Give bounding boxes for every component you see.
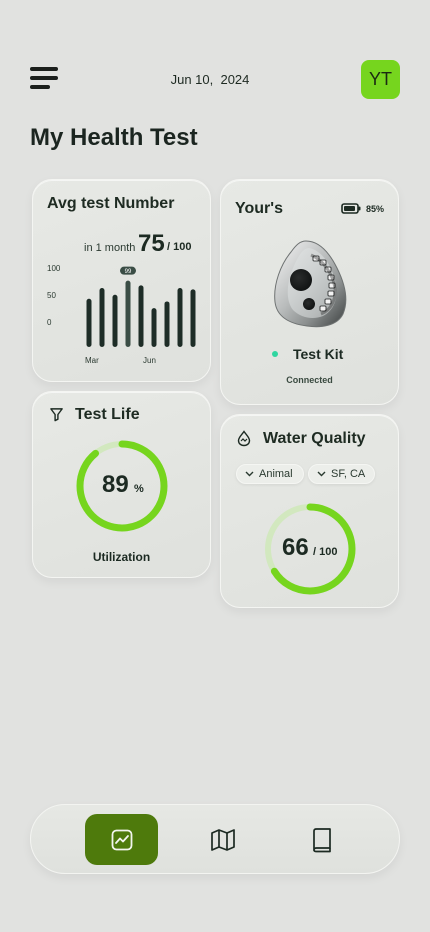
- bar-value-label: 99: [125, 269, 132, 275]
- chart-bar[interactable]: [138, 285, 144, 347]
- filter-animal-label: Animal: [259, 468, 293, 480]
- book-icon: [313, 827, 331, 852]
- filter-location-dropdown[interactable]: SF, CA: [308, 464, 375, 484]
- filter-animal-dropdown[interactable]: Animal: [236, 464, 304, 484]
- nav-book-button[interactable]: [297, 814, 347, 865]
- chart-bar[interactable]: [99, 288, 105, 347]
- chart-bar[interactable]: [112, 294, 118, 347]
- battery-percent: 85%: [366, 204, 385, 214]
- avg-bar-chart: 100 50 0 99 Mar Jun: [47, 264, 196, 365]
- avatar[interactable]: YT: [361, 60, 400, 99]
- status-dot: [272, 351, 278, 357]
- device-name: Test Kit: [293, 346, 344, 362]
- y-tick-label: 0: [47, 318, 52, 327]
- water-drop-icon: [237, 430, 251, 447]
- test-life-card[interactable]: Test Life 89 % Utilization: [32, 391, 211, 578]
- chart-bar[interactable]: [190, 289, 196, 347]
- chevron-down-icon: [317, 471, 326, 477]
- y-tick-label: 100: [47, 264, 61, 273]
- page-title: My Health Test: [30, 124, 198, 151]
- life-unit: %: [134, 483, 144, 495]
- device-status: Connected: [286, 375, 333, 385]
- avg-card-title: Avg test Number: [47, 195, 175, 212]
- life-card-title: Test Life: [75, 406, 140, 423]
- y-tick-label: 50: [47, 291, 56, 300]
- chart-bar[interactable]: [177, 288, 183, 347]
- nav-chart-button[interactable]: [85, 814, 158, 865]
- life-value: 89: [102, 471, 129, 498]
- test-kit-device-image: [274, 240, 347, 328]
- header-date: Jun 10, 2024: [170, 72, 250, 87]
- x-tick-label: Mar: [85, 356, 99, 365]
- chart-bar[interactable]: [86, 298, 92, 347]
- avg-period: in 1 month: [84, 242, 136, 254]
- avg-test-card[interactable]: Avg test Number in 1 month 75 / 100 100 5…: [32, 179, 211, 382]
- chevron-down-icon: [245, 471, 254, 477]
- chart-bar[interactable]: [151, 308, 157, 347]
- avg-value-suffix: / 100: [167, 241, 192, 253]
- filter-icon: [50, 408, 63, 422]
- x-tick-label: Jun: [143, 356, 156, 365]
- chart-bar[interactable]: [164, 301, 170, 347]
- water-card-title: Water Quality: [263, 430, 366, 447]
- water-progress-ring: [264, 503, 356, 595]
- map-icon: [211, 828, 235, 851]
- nav-map-button[interactable]: [198, 814, 248, 865]
- water-quality-card[interactable]: Water Quality Animal SF, CA 66 / 100: [220, 414, 399, 608]
- chart-bar[interactable]: [125, 280, 131, 347]
- avg-value: 75: [138, 230, 165, 257]
- kit-card-title: Your's: [235, 200, 283, 217]
- bottom-nav: [30, 804, 400, 874]
- life-label: Utilization: [92, 550, 151, 564]
- battery-icon: [341, 203, 361, 214]
- water-value: 66: [282, 534, 309, 561]
- water-value-suffix: / 100: [313, 546, 338, 558]
- test-kit-card[interactable]: Your's 85% Test Kit Connected: [220, 179, 399, 405]
- chart-icon: [111, 829, 132, 850]
- filter-location-label: SF, CA: [331, 468, 366, 480]
